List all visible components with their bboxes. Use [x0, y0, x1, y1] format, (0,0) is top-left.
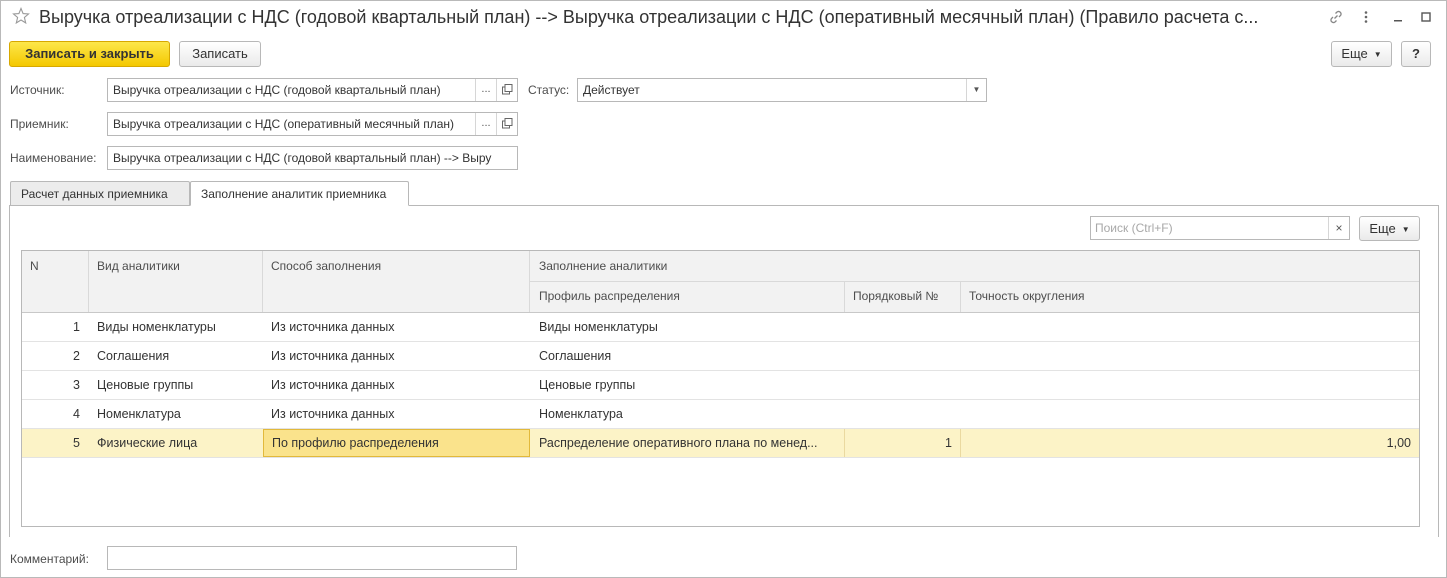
source-open-button[interactable] — [496, 79, 517, 101]
cell-n: 2 — [73, 349, 80, 363]
cell-kind[interactable]: Соглашения — [89, 342, 262, 370]
cell-profile[interactable]: Соглашения — [531, 342, 844, 370]
more-button[interactable]: Еще ▼ — [1331, 41, 1392, 67]
col-header-precision[interactable]: Точность округления — [961, 281, 1093, 311]
cell-order[interactable] — [845, 371, 960, 399]
cell-method[interactable]: Из источника данных — [263, 400, 529, 428]
cell-profile[interactable]: Ценовые группы — [531, 371, 844, 399]
star-icon[interactable] — [12, 7, 30, 25]
col-header-kind[interactable]: Вид аналитики — [89, 251, 188, 281]
tab-receiver-analytics[interactable]: Заполнение аналитик приемника — [190, 181, 409, 206]
source-label: Источник: — [10, 83, 65, 97]
link-icon[interactable] — [1328, 9, 1344, 25]
cell-method[interactable]: Из источника данных — [263, 313, 529, 341]
tab-receiver-calculation[interactable]: Расчет данных приемника — [10, 181, 190, 206]
form-window: Выручка отреализации с НДС (годовой квар… — [0, 0, 1447, 578]
clear-icon[interactable]: × — [1328, 217, 1349, 239]
cell-kind[interactable]: Виды номенклатуры — [89, 313, 262, 341]
cell-n: 3 — [73, 378, 80, 392]
cell-n: 1 — [73, 320, 80, 334]
source-value: Выручка отреализации с НДС (годовой квар… — [113, 83, 441, 97]
source-choose-button[interactable]: ... — [475, 79, 496, 101]
more-label: Еще — [1341, 46, 1368, 61]
header-divider — [844, 282, 845, 312]
save-button[interactable]: Записать — [179, 41, 261, 67]
name-label: Наименование: — [10, 151, 97, 165]
table-row[interactable]: 2 Соглашения Из источника данных Соглаше… — [22, 342, 1419, 371]
cell-kind[interactable]: Физические лица — [89, 429, 262, 457]
cell-precision[interactable]: 1,00 — [961, 429, 1419, 457]
search-input[interactable] — [1091, 217, 1329, 239]
col-header-group: Заполнение аналитики — [539, 259, 668, 273]
chevron-down-icon: ▼ — [1373, 50, 1382, 59]
cell-order[interactable] — [845, 400, 960, 428]
title-bar: Выручка отреализации с НДС (годовой квар… — [1, 1, 1446, 35]
row-divider — [844, 429, 845, 457]
table-header: N Вид аналитики Способ заполнения Заполн… — [22, 251, 1419, 313]
cell-order[interactable] — [845, 342, 960, 370]
receiver-field[interactable]: Выручка отреализации с НДС (оперативный … — [107, 112, 518, 136]
maximize-icon[interactable] — [1418, 9, 1434, 25]
source-field[interactable]: Выручка отреализации с НДС (годовой квар… — [107, 78, 518, 102]
header-divider — [530, 281, 1419, 282]
comment-label: Комментарий: — [10, 552, 89, 566]
cell-precision[interactable] — [961, 342, 1419, 370]
cell-kind[interactable]: Номенклатура — [89, 400, 262, 428]
table-more-label: Еще — [1369, 221, 1396, 236]
cell-precision[interactable] — [961, 313, 1419, 341]
cell-n: 5 — [73, 436, 80, 450]
cell-precision[interactable] — [961, 371, 1419, 399]
open-icon — [501, 84, 512, 95]
col-header-method[interactable]: Способ заполнения — [263, 251, 389, 281]
cell-profile[interactable]: Распределение оперативного плана по мене… — [531, 429, 844, 457]
header-divider — [88, 251, 89, 312]
name-value: Выручка отреализации с НДС (годовой квар… — [113, 151, 492, 165]
receiver-open-button[interactable] — [496, 113, 517, 135]
table-row[interactable]: 4 Номенклатура Из источника данных Номен… — [22, 400, 1419, 429]
row-divider — [960, 429, 961, 457]
receiver-value: Выручка отреализации с НДС (оперативный … — [113, 117, 455, 131]
cell-kind[interactable]: Ценовые группы — [89, 371, 262, 399]
cell-method[interactable]: Из источника данных — [263, 371, 529, 399]
cell-method-focused[interactable]: По профилю распределения — [263, 429, 530, 457]
chevron-down-icon: ▼ — [1401, 225, 1410, 234]
cell-profile[interactable]: Номенклатура — [531, 400, 844, 428]
minimize-icon[interactable] — [1390, 9, 1406, 25]
cell-n: 4 — [73, 407, 80, 421]
receiver-label: Приемник: — [10, 117, 69, 131]
col-header-order[interactable]: Порядковый № — [845, 281, 946, 311]
header-divider — [960, 282, 961, 312]
table-more-button[interactable]: Еще ▼ — [1359, 216, 1420, 241]
header-divider — [262, 251, 263, 312]
table-row[interactable]: 3 Ценовые группы Из источника данных Цен… — [22, 371, 1419, 400]
open-icon — [501, 118, 512, 129]
col-header-profile[interactable]: Профиль распределения — [531, 281, 688, 311]
comment-field[interactable] — [107, 546, 517, 570]
more-vertical-icon[interactable] — [1358, 9, 1374, 25]
status-value: Действует — [583, 83, 640, 97]
status-label: Статус: — [528, 83, 570, 97]
cell-precision[interactable] — [961, 400, 1419, 428]
col-header-n[interactable]: N — [22, 251, 47, 281]
cell-method[interactable]: Из источника данных — [263, 342, 529, 370]
search-box[interactable]: × — [1090, 216, 1350, 240]
name-field[interactable]: Выручка отреализации с НДС (годовой квар… — [107, 146, 518, 170]
table-row[interactable]: 1 Виды номенклатуры Из источника данных … — [22, 313, 1419, 342]
help-button[interactable]: ? — [1401, 41, 1431, 67]
cell-order[interactable] — [845, 313, 960, 341]
window-title: Выручка отреализации с НДС (годовой квар… — [39, 7, 1259, 27]
save-and-close-button[interactable]: Записать и закрыть — [9, 41, 170, 67]
cell-profile[interactable]: Виды номенклатуры — [531, 313, 844, 341]
status-select[interactable]: Действует ▼ — [577, 78, 987, 102]
receiver-choose-button[interactable]: ... — [475, 113, 496, 135]
chevron-down-icon[interactable]: ▼ — [966, 79, 986, 101]
cell-order[interactable]: 1 — [845, 429, 960, 457]
analytics-table[interactable]: N Вид аналитики Способ заполнения Заполн… — [21, 250, 1420, 527]
table-row-selected[interactable]: 5 Физические лица По профилю распределен… — [22, 429, 1419, 458]
